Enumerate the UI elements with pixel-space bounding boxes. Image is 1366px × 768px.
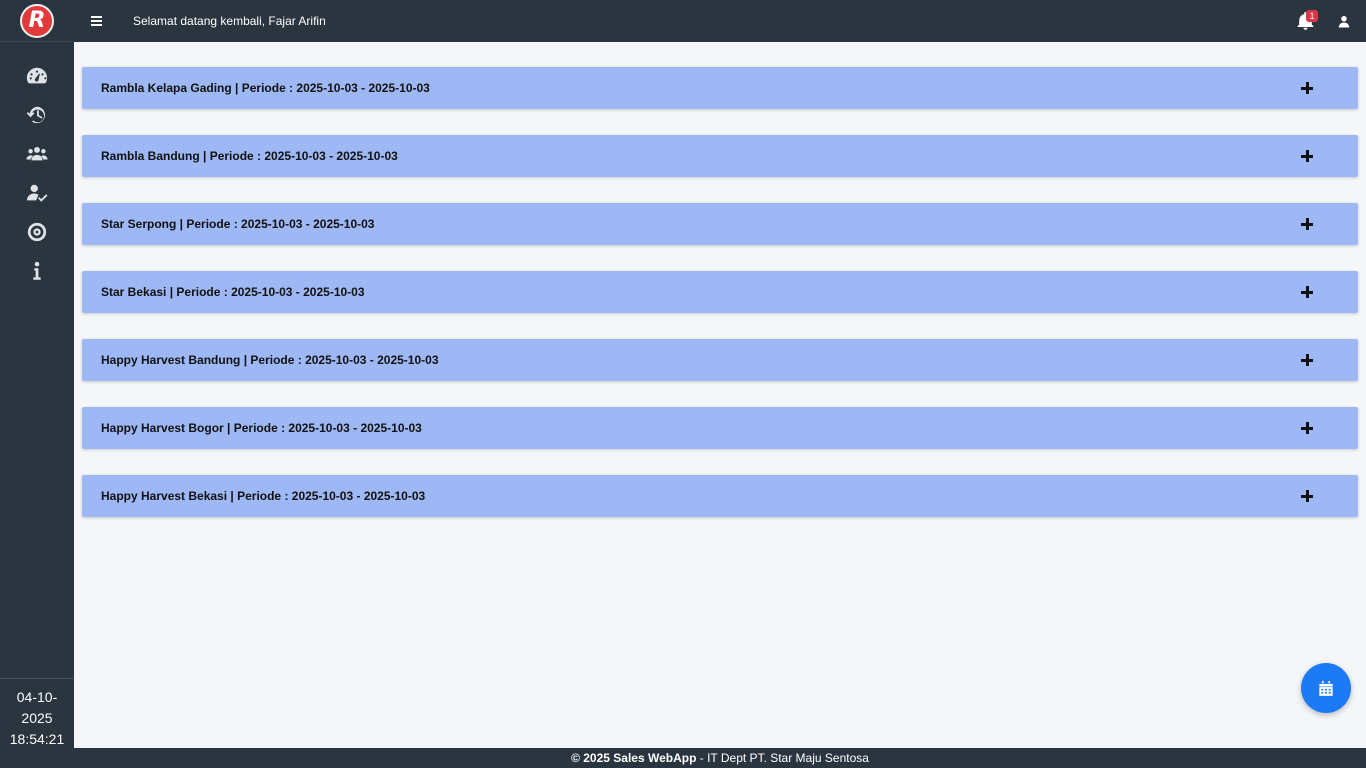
- sidebar-item-info[interactable]: [0, 251, 74, 290]
- sidebar-item-history[interactable]: [0, 95, 74, 134]
- main-content: Rambla Kelapa Gading | Periode : 2025-10…: [74, 42, 1366, 748]
- notification-badge: 1: [1306, 10, 1318, 22]
- top-navbar: Selamat datang kembali, Fajar Arifin 1: [74, 0, 1366, 42]
- expand-plus-icon[interactable]: [1300, 81, 1314, 95]
- app-logo[interactable]: R: [20, 3, 54, 38]
- footer-separator: -: [696, 751, 708, 765]
- panel-title: Happy Harvest Bandung | Periode : 2025-1…: [101, 353, 439, 367]
- footer-dept: IT Dept PT. Star Maju Sentosa: [707, 751, 869, 765]
- expand-plus-icon[interactable]: [1300, 285, 1314, 299]
- hamburger-icon: [90, 20, 102, 22]
- notifications-button[interactable]: 1: [1288, 0, 1322, 42]
- welcome-message: Selamat datang kembali, Fajar Arifin: [133, 14, 326, 28]
- accordion-panel-rambla-bandung[interactable]: Rambla Bandung | Periode : 2025-10-03 - …: [82, 135, 1358, 177]
- accordion-panel-happy-harvest-bandung[interactable]: Happy Harvest Bandung | Periode : 2025-1…: [82, 339, 1358, 381]
- clock-time: 18:54:21: [9, 731, 65, 747]
- sidebar-clock: 04-10- 2025 18:54:21: [0, 678, 74, 768]
- logo-letter: R: [28, 8, 46, 33]
- user-check-icon: [26, 184, 48, 202]
- expand-plus-icon[interactable]: [1300, 217, 1314, 231]
- expand-plus-icon[interactable]: [1300, 421, 1314, 435]
- footer: © 2025 Sales WebApp - IT Dept PT. Star M…: [74, 748, 1366, 768]
- accordion-panel-star-bekasi[interactable]: Star Bekasi | Periode : 2025-10-03 - 202…: [82, 271, 1358, 313]
- calendar-fab-button[interactable]: [1301, 663, 1351, 713]
- target-icon: [27, 222, 47, 241]
- sidebar: R 04-10- 2025 18:54:21: [0, 0, 74, 768]
- logo-area[interactable]: R: [0, 0, 74, 42]
- accordion-panel-star-serpong[interactable]: Star Serpong | Periode : 2025-10-03 - 20…: [82, 203, 1358, 245]
- sidebar-item-dashboard[interactable]: [0, 56, 74, 95]
- accordion-panel-happy-harvest-bogor[interactable]: Happy Harvest Bogor | Periode : 2025-10-…: [82, 407, 1358, 449]
- footer-copyright: © 2025 Sales WebApp: [571, 751, 697, 765]
- calendar-icon: [1319, 680, 1333, 696]
- panel-title: Happy Harvest Bekasi | Periode : 2025-10…: [101, 489, 426, 503]
- accordion-panel-rambla-kelapa-gading[interactable]: Rambla Kelapa Gading | Periode : 2025-10…: [82, 67, 1358, 109]
- menu-toggle-button[interactable]: [74, 0, 118, 42]
- panel-title: Happy Harvest Bogor | Periode : 2025-10-…: [101, 421, 422, 435]
- panel-title: Star Bekasi | Periode : 2025-10-03 - 202…: [101, 285, 365, 299]
- sidebar-nav: [0, 56, 74, 290]
- sidebar-item-team[interactable]: [0, 134, 74, 173]
- clock-date-line2: 2025: [21, 710, 53, 726]
- accordion-panel-happy-harvest-bekasi[interactable]: Happy Harvest Bekasi | Periode : 2025-10…: [82, 475, 1358, 517]
- clock-date-line1: 04-10-: [16, 689, 58, 705]
- expand-plus-icon[interactable]: [1300, 149, 1314, 163]
- panel-title: Rambla Bandung | Periode : 2025-10-03 - …: [101, 149, 398, 163]
- dashboard-gauge-icon: [26, 67, 48, 83]
- user-menu-button[interactable]: [1322, 0, 1366, 42]
- history-icon: [26, 106, 46, 123]
- navbar-right: 1: [1288, 0, 1366, 42]
- expand-plus-icon[interactable]: [1300, 489, 1314, 503]
- users-icon: [26, 146, 48, 160]
- expand-plus-icon[interactable]: [1300, 353, 1314, 367]
- info-icon: [33, 261, 41, 280]
- panel-title: Rambla Kelapa Gading | Periode : 2025-10…: [101, 81, 430, 95]
- user-icon: [1338, 15, 1350, 27]
- sidebar-item-target[interactable]: [0, 212, 74, 251]
- sidebar-item-approval[interactable]: [0, 173, 74, 212]
- panel-title: Star Serpong | Periode : 2025-10-03 - 20…: [101, 217, 375, 231]
